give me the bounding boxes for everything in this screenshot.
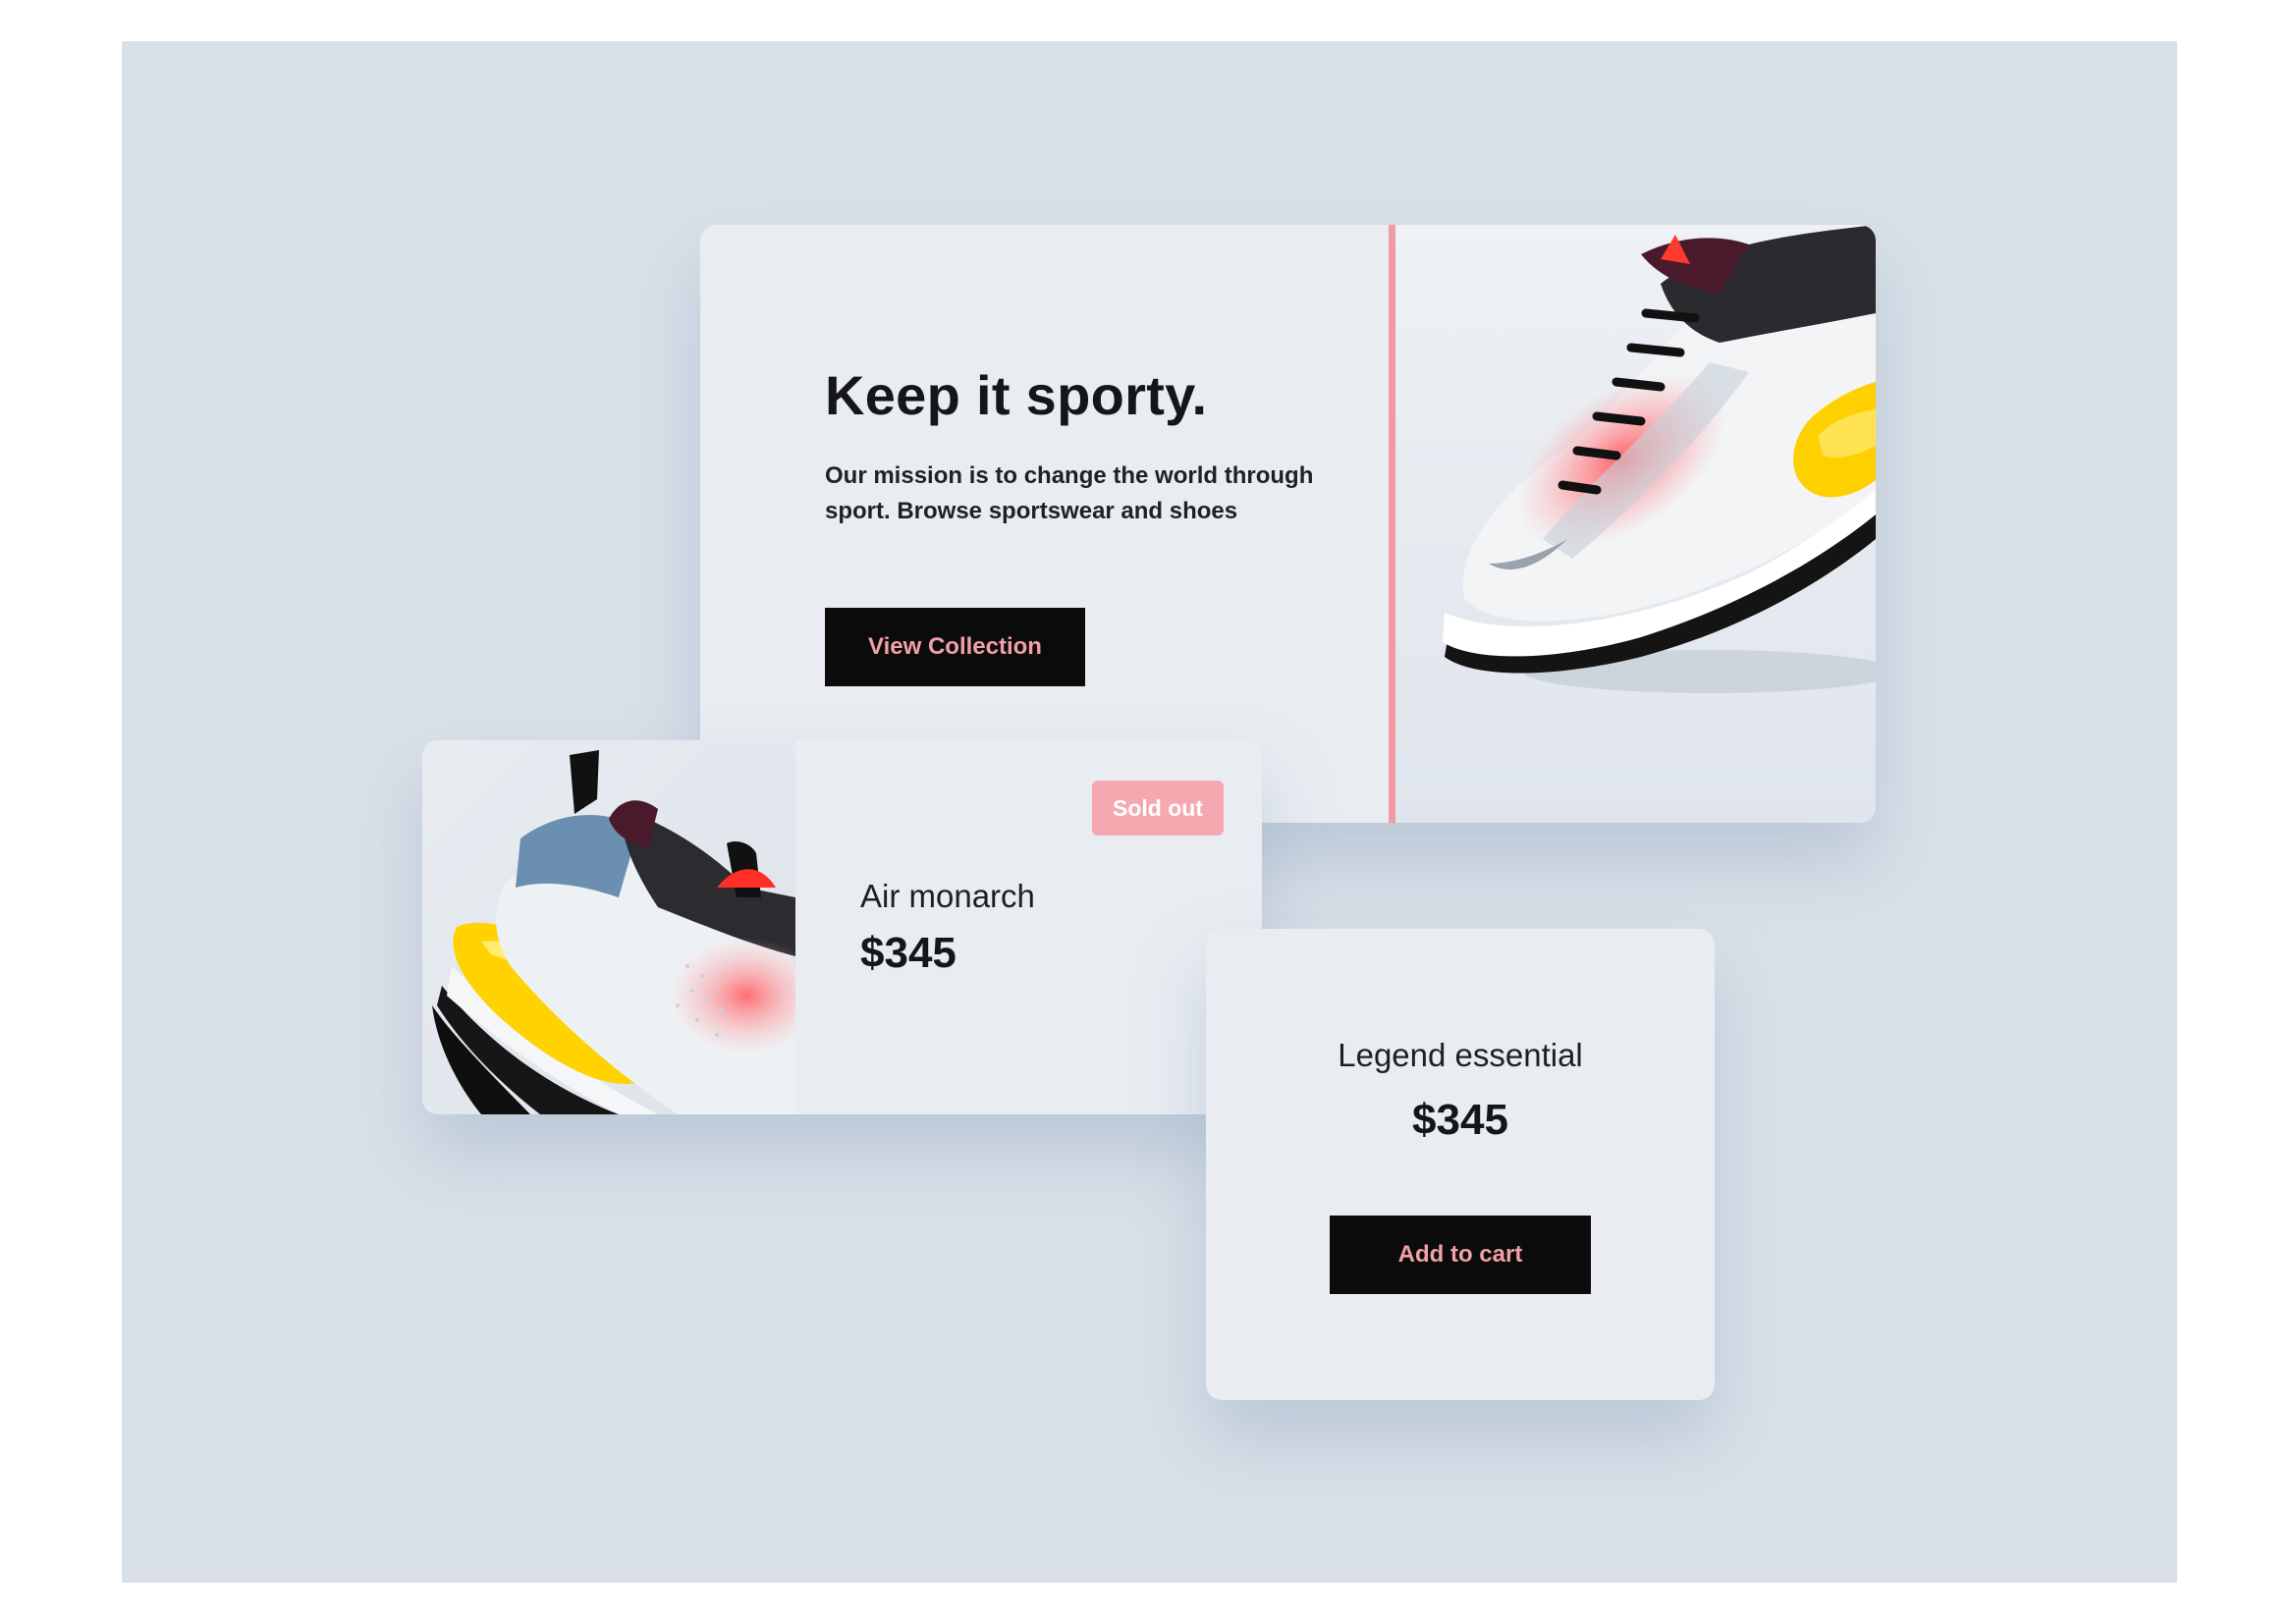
add-to-cart-button[interactable]: Add to cart [1330, 1216, 1591, 1294]
product-price: $345 [860, 929, 957, 977]
view-collection-button[interactable]: View Collection [825, 608, 1085, 686]
product-price: $345 [1412, 1096, 1508, 1144]
product-name: Air monarch [860, 878, 1035, 914]
product-name: Legend essential [1338, 1037, 1583, 1073]
hero-description: Our mission is to change the world throu… [825, 462, 1314, 524]
hero-title: Keep it sporty. [825, 364, 1208, 426]
product-card-legend-essential[interactable]: Legend essential $345 Add to cart [1206, 929, 1715, 1400]
accent-divider [1389, 225, 1395, 823]
hero-sneaker-image [1395, 225, 1876, 823]
product-card-air-monarch[interactable]: Sold out Air monarch $345 [422, 740, 1262, 1114]
hero-card: Keep it sporty. Our mission is to change… [700, 225, 1876, 823]
product-sneaker-image [422, 740, 795, 1114]
sold-out-badge: Sold out [1092, 781, 1224, 836]
